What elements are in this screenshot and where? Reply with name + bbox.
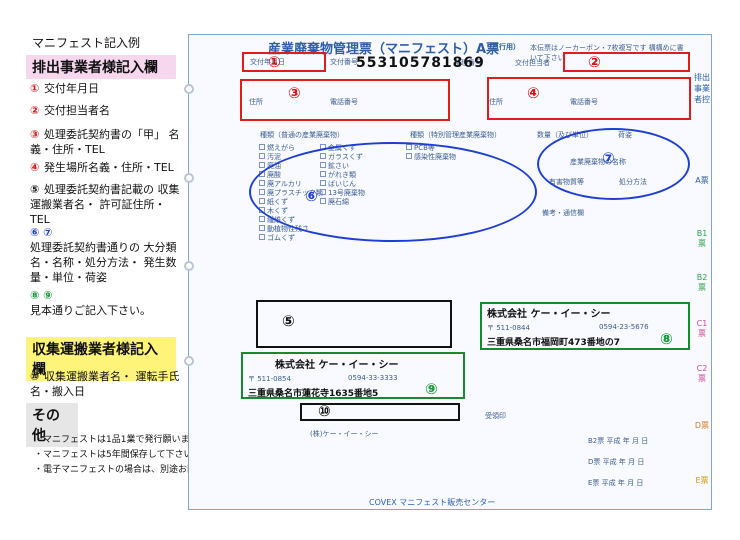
marker-1: ①	[268, 53, 281, 71]
form-footer: COVEX マニフェスト販売センター	[369, 498, 496, 507]
copy-tab-b1: B1票	[696, 229, 708, 248]
discharger-heading: 排出事業者様記入欄	[26, 55, 176, 79]
instruction-4: ④ 発生場所名義・住所・TEL	[30, 161, 174, 174]
receipt-label: 受領印	[485, 412, 506, 420]
dispose-address: 三重県桑名市福岡町473番地の7	[487, 338, 621, 348]
remarks-label: 備考・通信欄	[542, 209, 584, 217]
waste-types-label: 種類（普通の産業廃棄物）	[260, 131, 344, 139]
bottom-date-box: B2票 平成 年 月 日 D票 平成 年 月 日 E票 平成 年 月 日	[588, 437, 649, 487]
transport-tel: 0594-33-3333	[348, 374, 398, 382]
marker-2: ②	[588, 53, 601, 71]
waste-types2-label: 種類（特別管理産業廃棄物）	[410, 131, 501, 139]
copy-tab-b2: B2票	[696, 273, 708, 292]
form-subtitle: （直行用）	[485, 43, 520, 51]
copy-tab-c1: C1票	[696, 319, 708, 338]
instruction-1: ① 交付年月日	[30, 82, 99, 95]
binder-hole-1	[184, 84, 194, 94]
marker-5: ⑤	[282, 312, 295, 330]
copy-tab-e: E票	[695, 476, 709, 485]
instruction-10: ⑩ 収集運搬業者名・ 運転手氏名・搬入日	[30, 370, 180, 398]
driver-name: (株)ケー・イー・シー	[310, 430, 379, 438]
doc-no-label: 交付番号	[330, 58, 358, 66]
transport-company: 株式会社 ケー・イー・シー	[275, 360, 399, 371]
instruction-2: ② 交付担当者名	[30, 104, 110, 117]
dispose-company: 株式会社 ケー・イー・シー	[487, 309, 611, 320]
transport-address: 三重県桑名市蓮花寺1635番地5	[248, 389, 379, 399]
instruction-6-7: ⑥ ⑦ 処理委託契約書通りの 大分類名・名称・処分方法・ 発生数量・単位・荷姿	[30, 226, 177, 284]
dispose-tel: 0594-23-5676	[599, 323, 649, 331]
box-person[interactable]	[563, 52, 690, 72]
marker-8: ⑧	[660, 330, 673, 348]
copy-tab-d: D票	[694, 421, 710, 430]
dispose-zip: 〒 511-0844	[487, 324, 530, 332]
note-1: ・マニフェストは1品1業で発行願います。	[34, 435, 207, 445]
tel-label-2: 電話番号	[570, 98, 598, 106]
note-2: ・マニフェストは5年間保存して下さい。	[34, 450, 202, 460]
doc-number: 553105781869	[356, 55, 485, 71]
address-label-1: 住所	[249, 98, 263, 106]
marker-10: ⑩	[318, 402, 331, 420]
copy-tab-a: A票	[695, 176, 709, 185]
box-issue-date[interactable]	[242, 52, 326, 72]
marker-9: ⑨	[425, 380, 438, 398]
copy-tab-control: 排出事業者控	[694, 73, 710, 104]
tel-label-1: 電話番号	[330, 98, 358, 106]
binder-hole-2	[184, 173, 194, 183]
copy-tab-c2: C2票	[696, 364, 708, 383]
instruction-8-9: ⑧ ⑨ 見本通りご記入下さい。	[30, 289, 151, 317]
left-title: マニフェスト記入例	[32, 36, 141, 50]
binder-hole-3	[184, 261, 194, 271]
marker-7: ⑦	[602, 149, 615, 167]
instruction-5: ⑤ 処理委託契約書記載の 収集運搬業者名・ 許可証住所・TEL	[30, 183, 180, 226]
oval-waste-types	[249, 142, 537, 242]
instruction-3: ③ 処理委託契約書の「甲」 名義・住所・TEL	[30, 128, 180, 156]
address-label-2: 住所	[489, 98, 503, 106]
marker-6: ⑥	[305, 187, 318, 205]
marker-4: ④	[527, 84, 540, 102]
marker-3: ③	[288, 84, 301, 102]
transport-zip: 〒 511-0854	[248, 375, 291, 383]
binder-hole-4	[184, 356, 194, 366]
person-label: 交付担当者	[515, 59, 550, 67]
